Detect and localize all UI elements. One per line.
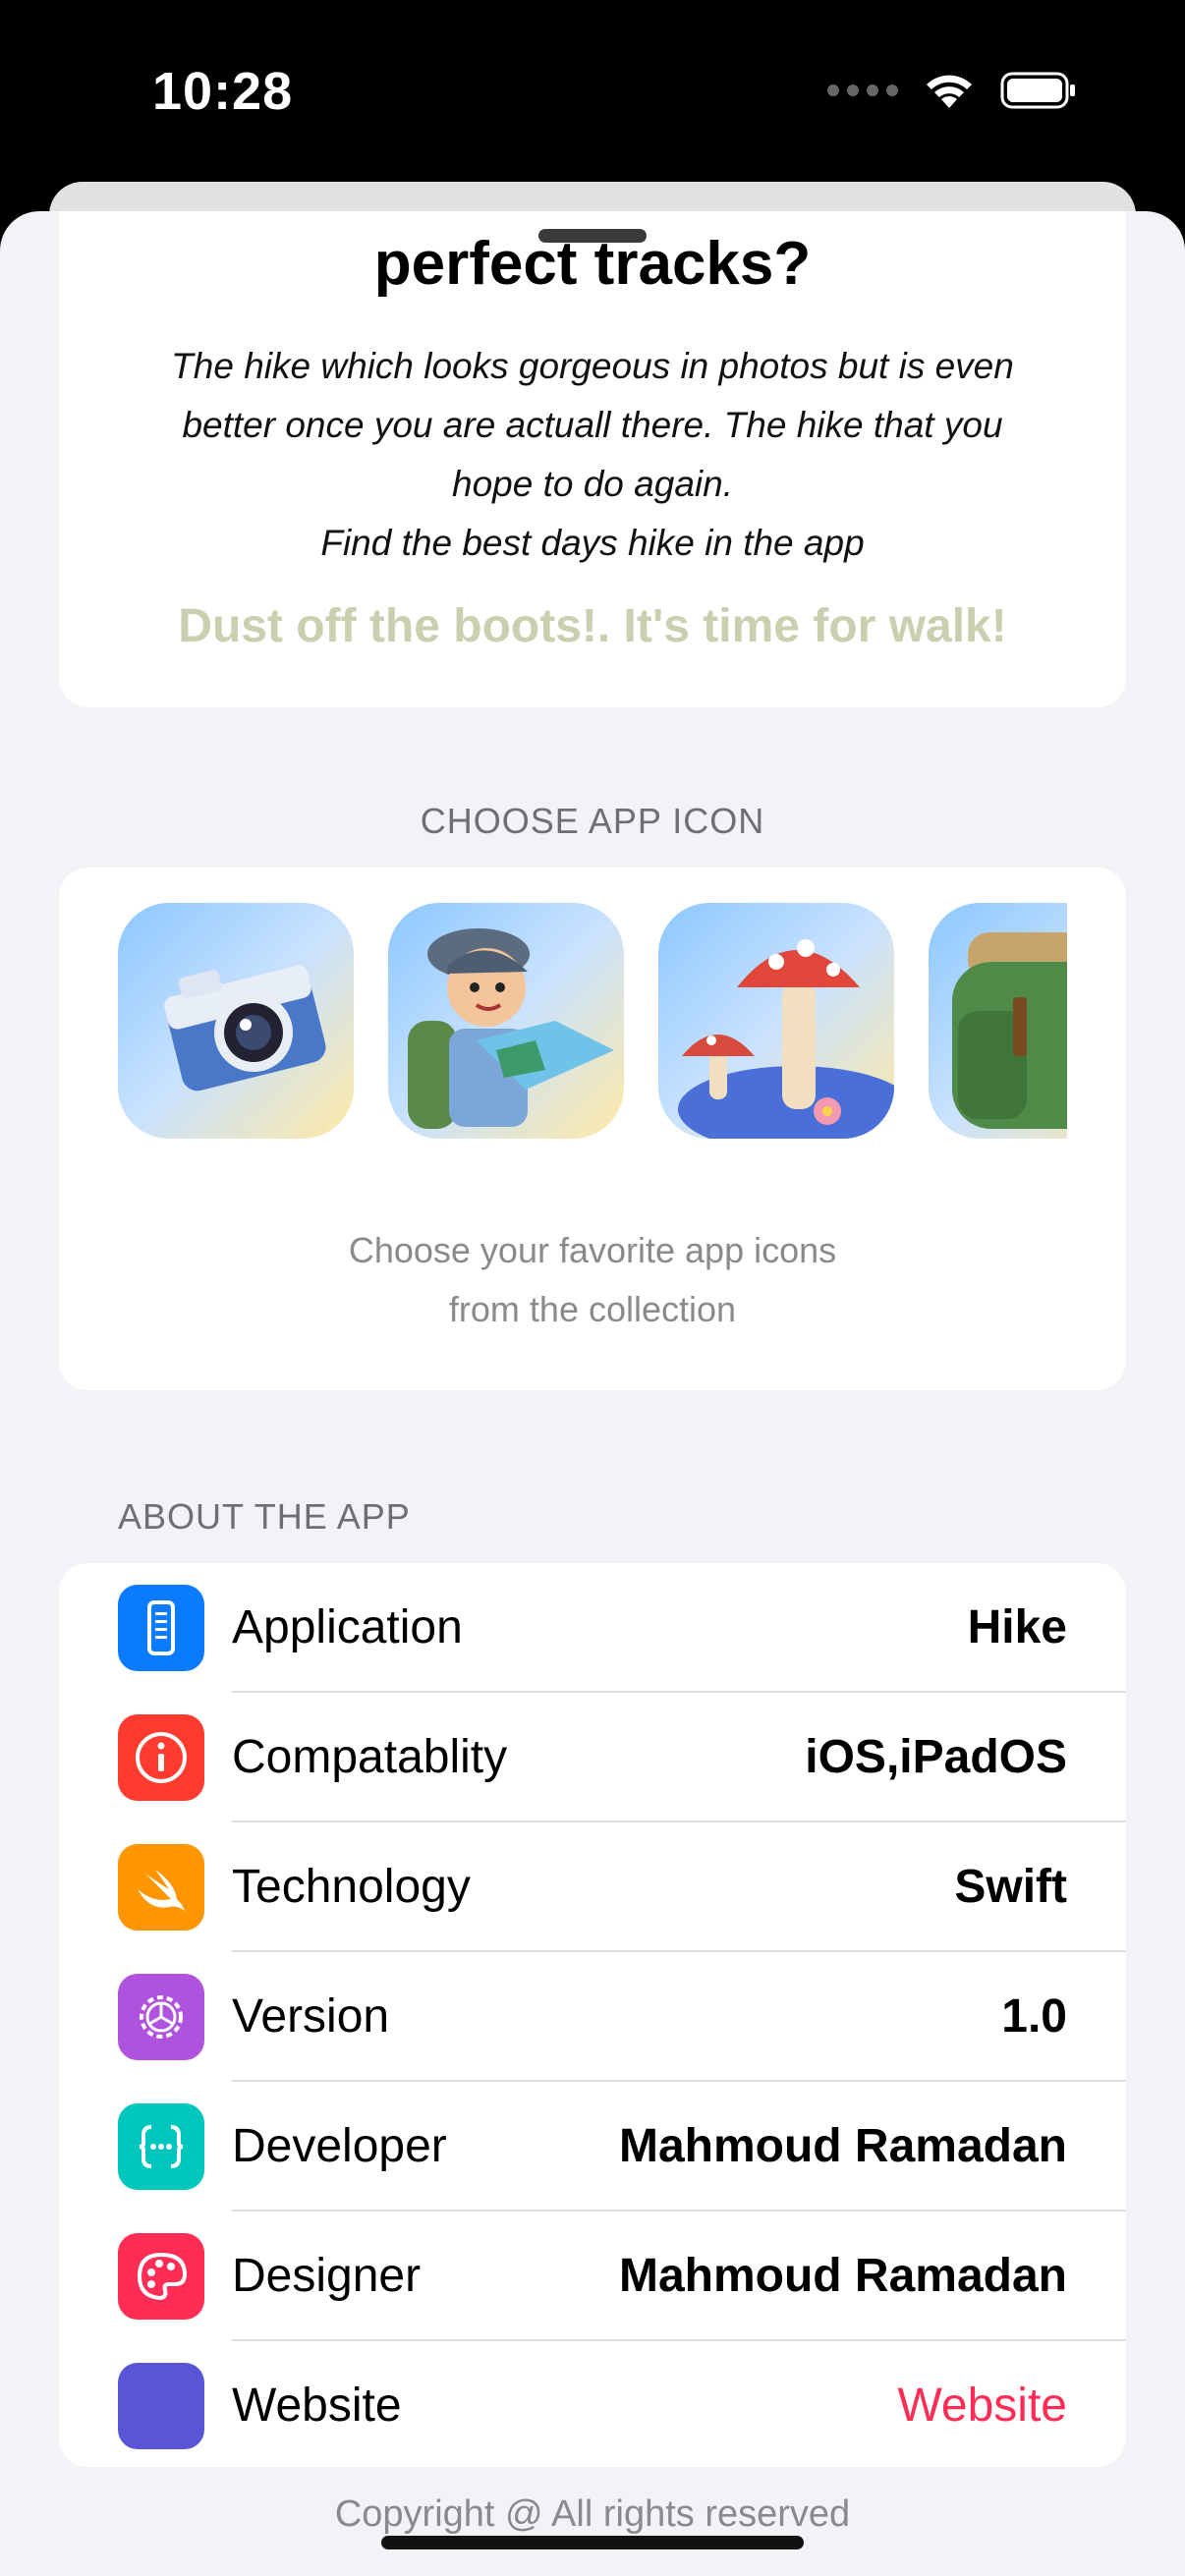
about-row-label: Designer xyxy=(232,2250,422,2302)
about-row-value: 1.0 xyxy=(1001,1990,1067,2043)
about-row-compatibility: Compatablity iOS,iPadOS xyxy=(59,1693,1126,1822)
globe-icon xyxy=(118,2363,204,2449)
battery-icon xyxy=(1000,72,1075,109)
cellular-signal-icon xyxy=(827,84,898,96)
settings-sheet[interactable]: perfect tracks? The hike which looks gor… xyxy=(0,211,1185,2576)
info-icon xyxy=(118,1714,204,1801)
about-row-label: Compatablity xyxy=(232,1731,508,1783)
about-row-value: Hike xyxy=(967,1601,1067,1653)
about-row-developer: Developer Mahmoud Ramadan xyxy=(59,2082,1126,2212)
hero-description-line: Find the best days hike in the app xyxy=(320,523,865,563)
hero-card: perfect tracks? The hike which looks gor… xyxy=(59,211,1126,707)
device-icon xyxy=(118,1585,204,1671)
about-row-value: Mahmoud Ramadan xyxy=(618,2120,1067,2172)
app-icon-caption: Choose your favorite app icons from the … xyxy=(59,1221,1126,1339)
about-row-value: iOS,iPadOS xyxy=(805,1731,1067,1783)
about-row-designer: Designer Mahmoud Ramadan xyxy=(59,2212,1126,2341)
sheet-grabber[interactable] xyxy=(538,229,647,243)
camera-app-icon[interactable] xyxy=(118,903,354,1139)
about-row-value: Swift xyxy=(954,1861,1067,1913)
palette-icon xyxy=(118,2233,204,2320)
gear-icon xyxy=(118,1974,204,2060)
hero-tagline: Dust off the boots!. It's time for walk! xyxy=(178,600,1007,652)
backpack-app-icon[interactable] xyxy=(929,903,1067,1139)
app-icon-scroller[interactable] xyxy=(118,903,1067,1139)
status-bar: 10:28 xyxy=(0,0,1185,196)
about-app-card: Application Hike Compatablity iOS,iPadOS… xyxy=(59,1563,1126,2467)
choose-app-icon-header: CHOOSE APP ICON xyxy=(420,801,765,841)
about-row-label: Website xyxy=(232,2380,402,2432)
about-app-header: ABOUT THE APP xyxy=(118,1496,411,1537)
app-icon-caption-line: from the collection xyxy=(448,1289,737,1329)
about-row-application: Application Hike xyxy=(59,1563,1126,1693)
hero-description: The hike which looks gorgeous in photos … xyxy=(98,337,1087,573)
about-row-technology: Technology Swift xyxy=(59,1822,1126,1952)
about-row-value: Mahmoud Ramadan xyxy=(618,2250,1067,2302)
status-time: 10:28 xyxy=(152,62,294,121)
hero-description-line: hope to do again. xyxy=(452,464,733,504)
copyright-text: Copyright @ All rights reserved xyxy=(334,2493,851,2535)
curly-braces-icon xyxy=(118,2103,204,2190)
mushroom-app-icon[interactable] xyxy=(658,903,894,1139)
about-row-label: Version xyxy=(232,1990,390,2043)
website-link[interactable]: Website xyxy=(897,2341,1067,2467)
about-row-label: Developer xyxy=(232,2120,447,2172)
about-row-version: Version 1.0 xyxy=(59,1952,1126,2082)
about-row-website: Website Website xyxy=(59,2341,1126,2467)
hiker-boy-app-icon[interactable] xyxy=(388,903,624,1139)
wifi-icon xyxy=(927,75,972,108)
about-row-label: Technology xyxy=(232,1861,471,1913)
status-indicators xyxy=(827,71,1077,110)
hero-description-line: The hike which looks gorgeous in photos … xyxy=(171,346,1014,386)
about-row-label: Application xyxy=(232,1601,463,1653)
app-icon-card: Choose your favorite app icons from the … xyxy=(59,868,1126,1390)
hero-description-line: better once you are actuall there. The h… xyxy=(182,405,1003,445)
app-icon-caption-line: Choose your favorite app icons xyxy=(348,1230,837,1270)
home-indicator[interactable] xyxy=(381,2536,804,2549)
swift-icon xyxy=(118,1844,204,1931)
